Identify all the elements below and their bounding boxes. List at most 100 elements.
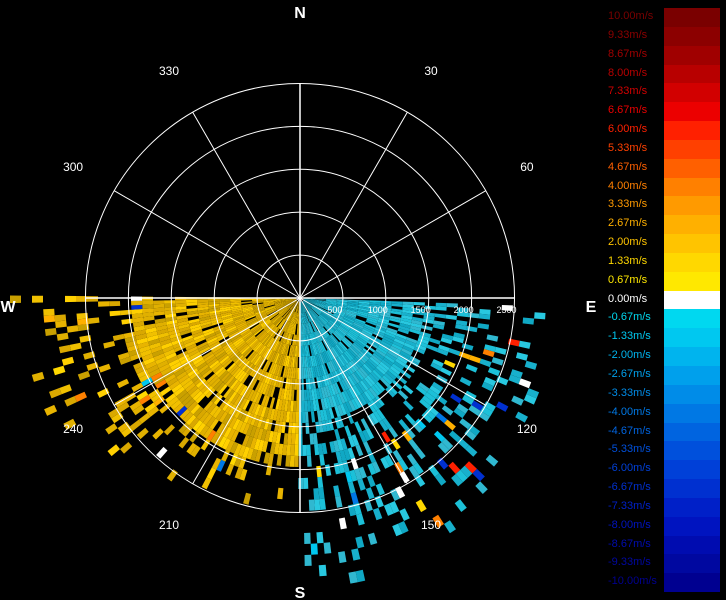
legend-row: 10.00m/s [604, 8, 724, 28]
azimuth-spoke [299, 190, 487, 299]
azimuth-spoke [299, 111, 408, 299]
legend-label: -6.00m/s [608, 462, 651, 475]
legend-swatch [664, 102, 720, 122]
legend-label: 2.67m/s [608, 217, 648, 230]
legend-swatch [664, 365, 720, 386]
velocity-cell [153, 300, 165, 305]
velocity-cell [66, 325, 79, 333]
velocity-cell [429, 337, 441, 345]
velocity-cell [112, 333, 125, 341]
legend-swatch [664, 479, 720, 499]
velocity-cell [197, 299, 209, 303]
velocity-cell [304, 532, 311, 544]
range-label: 1500 [411, 305, 431, 315]
velocity-cell [31, 371, 45, 382]
legend-swatch [664, 234, 720, 254]
velocity-cell [338, 517, 347, 530]
velocity-cell [109, 301, 121, 307]
velocity-cell [448, 348, 461, 356]
velocity-cell [351, 548, 361, 561]
velocity-cell [518, 340, 531, 349]
velocity-cell [306, 455, 312, 467]
velocity-cell [65, 295, 76, 303]
legend-swatch [664, 460, 720, 480]
legend-swatch [664, 8, 720, 28]
velocity-cell [441, 405, 454, 416]
velocity-cell [495, 401, 509, 412]
velocity-cell [243, 492, 252, 505]
azimuth-spoke [113, 190, 301, 299]
velocity-cell [319, 454, 325, 466]
azimuth-label: 30 [424, 64, 438, 78]
velocity-cell [443, 359, 456, 369]
velocity-cell [445, 314, 457, 320]
velocity-cell [440, 367, 452, 376]
velocity-cell [316, 465, 322, 478]
velocity-cell [346, 412, 355, 425]
range-label: 500 [327, 305, 342, 315]
velocity-cell [98, 301, 110, 307]
velocity-cell [338, 551, 347, 564]
legend-label: 8.67m/s [608, 47, 648, 60]
velocity-cell [290, 444, 295, 456]
velocity-cell [305, 422, 310, 434]
legend-row: 6.67m/s [604, 102, 724, 122]
legend-label: -2.00m/s [608, 349, 651, 362]
legend-label: -9.33m/s [608, 556, 651, 569]
velocity-cell [98, 363, 111, 373]
azimuth-label: 240 [63, 422, 83, 436]
velocity-cell [302, 444, 307, 456]
legend-label: -2.67m/s [608, 367, 651, 380]
legend-label: -8.67m/s [608, 537, 651, 550]
velocity-cell [475, 481, 488, 494]
legend-swatch [664, 64, 720, 84]
azimuth-spoke [192, 111, 301, 299]
velocity-cell [350, 492, 359, 505]
velocity-cell [159, 386, 172, 397]
legend-label: 8.00m/s [608, 66, 648, 79]
velocity-cell [404, 413, 416, 425]
legend-label: -5.33m/s [608, 443, 651, 456]
velocity-cell [289, 455, 295, 467]
legend-row: 3.33m/s [604, 196, 724, 216]
legend-label: 3.33m/s [608, 198, 648, 211]
velocity-cell [201, 477, 212, 490]
legend-row: -4.00m/s [604, 403, 724, 423]
velocity-cell [515, 411, 528, 423]
legend-swatch [664, 45, 720, 65]
velocity-cell [319, 498, 326, 510]
velocity-cell [306, 444, 311, 456]
legend-row: 5.33m/s [604, 139, 724, 160]
legend-row: -9.33m/s [604, 554, 724, 574]
velocity-cell [304, 554, 312, 566]
velocity-cell [107, 444, 120, 457]
velocity-cell [88, 317, 100, 324]
velocity-cell [459, 376, 472, 387]
velocity-cell [388, 322, 400, 329]
velocity-cell [415, 499, 427, 513]
velocity-cell [186, 299, 198, 303]
azimuth-label: 150 [421, 518, 441, 532]
legend-row: 4.00m/s [604, 177, 724, 197]
velocity-cell [333, 485, 341, 497]
legend-row: -5.33m/s [604, 441, 724, 461]
velocity-cell [388, 426, 399, 439]
velocity-cell [479, 309, 491, 315]
velocity-cell [277, 487, 284, 500]
legend-label: 4.67m/s [608, 160, 648, 173]
velocity-cell [365, 487, 375, 500]
velocity-cell [295, 411, 299, 423]
range-label: 2000 [454, 305, 474, 315]
velocity-cell [178, 436, 190, 449]
velocity-cell [87, 296, 98, 302]
velocity-cell [69, 342, 82, 351]
legend-row: -2.00m/s [604, 347, 724, 367]
velocity-cell [399, 508, 410, 521]
legend-swatch [664, 554, 720, 574]
legend-row: -0.67m/s [604, 309, 724, 329]
velocity-cell [294, 455, 299, 467]
velocity-cell [56, 332, 69, 341]
velocity-cell [221, 449, 230, 462]
velocity-cell [43, 315, 56, 323]
velocity-cell [219, 299, 231, 302]
